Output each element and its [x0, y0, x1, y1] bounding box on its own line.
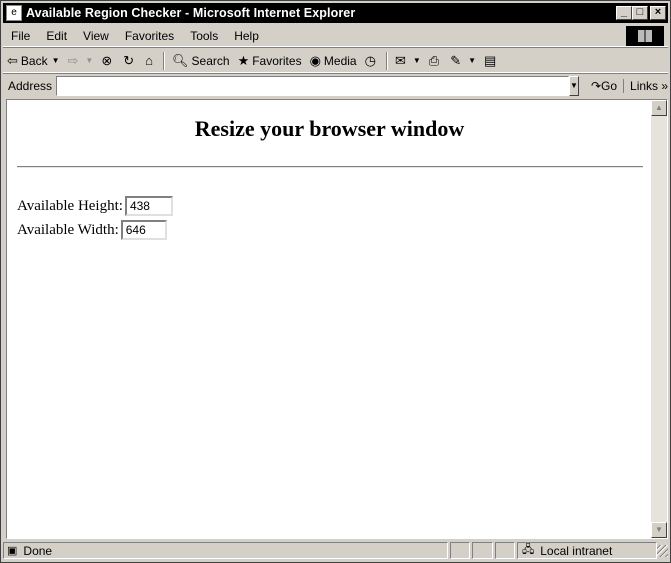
page-content: Resize your browser window Available Hei… [7, 100, 652, 538]
forward-dropdown-icon[interactable]: ▼ [85, 56, 93, 65]
menu-bar: File Edit View Favorites Tools Help [3, 25, 668, 47]
window-controls: _ □ × [616, 6, 666, 20]
menu-view[interactable]: View [75, 29, 117, 43]
search-button[interactable]: 🔍︎ Search [168, 50, 234, 72]
available-width-label: Available Width: [17, 221, 119, 238]
links-button[interactable]: Links » [623, 79, 668, 93]
forward-arrow-icon: ⇨ [67, 52, 79, 68]
media-button[interactable]: ◉ Media [306, 50, 361, 72]
address-dropdown-button[interactable]: ▼ [569, 76, 579, 96]
toolbar-separator [385, 51, 388, 70]
menu-tools[interactable]: Tools [182, 29, 226, 43]
refresh-icon: ↻ [123, 52, 135, 68]
available-height-field[interactable] [124, 196, 173, 216]
menu-file[interactable]: File [3, 29, 38, 43]
browser-window: e Available Region Checker - Microsoft I… [0, 0, 671, 563]
available-height-label: Available Height: [17, 197, 123, 214]
mail-button[interactable]: ✉ ▼ [391, 50, 425, 72]
edit-button[interactable]: ✎ ▼ [446, 50, 480, 72]
toolbar-separator [163, 51, 166, 70]
window-title: Available Region Checker - Microsoft Int… [26, 6, 356, 20]
print-icon: ⎙ [428, 52, 440, 68]
back-dropdown-icon[interactable]: ▼ [52, 56, 60, 65]
address-input[interactable] [56, 76, 570, 96]
home-button[interactable]: ⌂ [141, 50, 160, 72]
maximize-button[interactable]: □ [632, 6, 648, 20]
security-zone-label: Local intranet [540, 543, 613, 558]
menu-favorites[interactable]: Favorites [117, 29, 182, 43]
history-icon: ◷ [364, 52, 376, 68]
close-button[interactable]: × [650, 6, 666, 20]
page-heading: Resize your browser window [194, 116, 465, 141]
stop-button[interactable]: ⊗ [97, 50, 119, 72]
available-width-row: Available Width: [17, 220, 167, 240]
favorites-button[interactable]: ★ Favorites [234, 50, 306, 72]
available-height-row: Available Height: [17, 196, 173, 216]
favorites-button-label: Favorites [252, 53, 302, 68]
windows-logo-icon [626, 25, 664, 46]
forward-button[interactable]: ⇨ ▼ [64, 50, 98, 72]
mail-dropdown-icon[interactable]: ▼ [413, 56, 421, 65]
mail-icon: ✉ [394, 52, 406, 68]
title-bar[interactable]: e Available Region Checker - Microsoft I… [3, 3, 668, 23]
search-icon: 🔍︎ [172, 52, 189, 68]
minimize-button[interactable]: _ [616, 6, 632, 20]
discuss-icon: ▤ [484, 52, 497, 68]
history-button[interactable]: ◷ [361, 50, 383, 72]
search-button-label: Search [191, 53, 230, 68]
status-bar: ▣ Done 🖧 Local intranet [3, 541, 668, 560]
scroll-down-button[interactable]: ▼ [651, 522, 667, 538]
status-text: Done [23, 543, 53, 558]
stop-icon: ⊗ [101, 52, 113, 68]
ie-page-icon: e [6, 5, 22, 21]
favorites-icon: ★ [237, 52, 250, 68]
go-arrow-icon: ↷ [590, 79, 602, 93]
go-button[interactable]: ↷ Go [585, 79, 623, 93]
status-text-pane: ▣ Done [3, 542, 448, 559]
address-label: Address [8, 79, 53, 93]
back-button[interactable]: ⇦ Back ▼ [3, 50, 64, 72]
edit-dropdown-icon[interactable]: ▼ [468, 56, 476, 65]
links-label: Links [630, 79, 659, 93]
security-zone-pane[interactable]: 🖧 Local intranet [516, 542, 657, 559]
scroll-up-button[interactable]: ▲ [651, 100, 667, 116]
resize-grip[interactable] [657, 544, 668, 557]
status-pane [472, 542, 493, 559]
available-width-field[interactable] [120, 220, 167, 240]
media-button-label: Media [323, 53, 357, 68]
refresh-button[interactable]: ↻ [119, 50, 141, 72]
menu-help[interactable]: Help [226, 29, 267, 43]
menu-edit[interactable]: Edit [38, 29, 75, 43]
status-pane [450, 542, 471, 559]
page-icon: ▣ [7, 545, 18, 557]
status-pane [494, 542, 515, 559]
print-button[interactable]: ⎙ [425, 50, 446, 72]
vertical-scrollbar[interactable]: ▲ ▼ [651, 100, 667, 538]
edit-icon: ✎ [450, 52, 462, 68]
back-arrow-icon: ⇦ [7, 52, 18, 68]
chevron-right-icon: » [658, 79, 669, 93]
back-button-label: Back [20, 53, 48, 68]
page-viewport: Resize your browser window Available Hei… [6, 99, 668, 539]
home-icon: ⌂ [145, 53, 154, 68]
horizontal-rule [17, 166, 643, 168]
go-button-label: Go [601, 79, 618, 93]
standard-toolbar: ⇦ Back ▼ ⇨ ▼ ⊗ ↻ ⌂ 🔍︎ Search ★ Favorites… [3, 49, 668, 73]
address-bar: Address ▼ ↷ Go Links » [3, 75, 668, 97]
discuss-button[interactable]: ▤ [480, 50, 503, 72]
media-icon: ◉ [309, 52, 321, 68]
intranet-icon: 🖧 [521, 544, 535, 556]
